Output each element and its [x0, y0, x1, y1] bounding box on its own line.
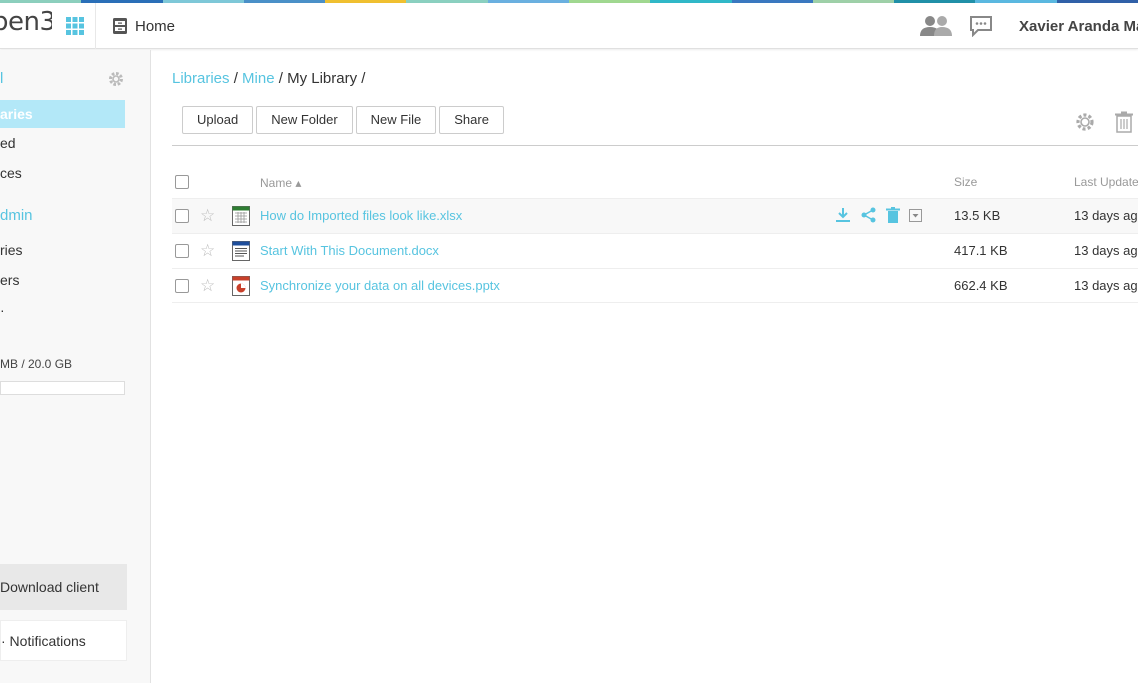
sidebar-item-libraries[interactable]: aries — [0, 100, 125, 128]
storage-quota-text: MB / 20.0 GB — [0, 357, 73, 371]
home-label: Home — [135, 17, 176, 35]
breadcrumb-separator: / — [274, 70, 288, 87]
file-name-link[interactable]: How do Imported files look like.xlsx — [260, 208, 462, 223]
notifications-button[interactable]: · Notifications — [0, 620, 127, 661]
spreadsheet-file-icon — [232, 206, 250, 229]
file-size: 417.1 KB — [954, 243, 1008, 258]
file-size: 13.5 KB — [954, 208, 1001, 223]
upload-button[interactable]: Upload — [182, 106, 254, 134]
sidebar-heading-admin: dmin — [0, 207, 33, 224]
table-row[interactable]: ☆ Synchronize your data on all devices.p… — [172, 268, 1138, 303]
row-checkbox[interactable] — [175, 209, 189, 223]
sidebar-item-devices[interactable]: ces — [0, 159, 125, 187]
star-icon[interactable]: ☆ — [200, 242, 215, 259]
table-row[interactable]: ☆ How do Imported files look like.xlsx 1… — [172, 198, 1138, 233]
apps-grid-button[interactable] — [55, 3, 96, 49]
new-file-button[interactable]: New File — [355, 106, 437, 134]
breadcrumb-current: My Library / — [287, 70, 366, 87]
toolbar-divider — [172, 145, 1138, 146]
main-content: Libraries / Mine / My Library / Upload N… — [151, 50, 1138, 683]
download-client-button[interactable]: Download client — [0, 564, 127, 610]
table-row[interactable]: ☆ Start With This Document.docx 417.1 KB… — [172, 233, 1138, 268]
file-updated: 13 days ago — [1074, 208, 1138, 223]
file-name-link[interactable]: Synchronize your data on all devices.ppt… — [260, 278, 500, 293]
table-header: Name ▴ Size Last Update — [172, 168, 1138, 198]
breadcrumb: Libraries / Mine / My Library / — [172, 70, 365, 87]
row-checkbox[interactable] — [175, 244, 189, 258]
sidebar-item-shared[interactable]: ed — [0, 129, 125, 157]
sidebar-heading-files: l — [0, 70, 4, 87]
file-table: Name ▴ Size Last Update ☆ How do Importe… — [172, 168, 1138, 303]
name-column-header[interactable]: Name ▴ — [260, 176, 301, 190]
download-icon[interactable] — [835, 207, 851, 226]
delete-icon[interactable] — [886, 207, 900, 226]
library-settings-icon[interactable] — [1074, 111, 1096, 138]
row-checkbox[interactable] — [175, 279, 189, 293]
user-name[interactable]: Xavier Aranda Ma — [1019, 18, 1138, 35]
home-link[interactable]: Home — [112, 17, 175, 35]
row-operations — [835, 207, 922, 226]
top-header: pen3 Home Xa — [0, 3, 1138, 49]
file-updated: 13 days ago — [1074, 243, 1138, 258]
breadcrumb-mine[interactable]: Mine — [242, 70, 275, 87]
home-cabinet-icon — [113, 18, 127, 34]
storage-quota-bar — [0, 381, 125, 395]
presentation-file-icon — [232, 276, 250, 299]
share-button[interactable]: Share — [439, 106, 504, 134]
sidebar-item-admin-libraries[interactable]: ries — [0, 236, 125, 264]
star-icon[interactable]: ☆ — [200, 277, 215, 294]
contacts-icon[interactable] — [919, 15, 953, 42]
size-column-header[interactable]: Size — [954, 175, 977, 189]
sidebar-item-admin-other[interactable]: · — [0, 296, 125, 324]
file-size: 662.4 KB — [954, 278, 1008, 293]
trash-icon[interactable] — [1114, 111, 1134, 138]
document-file-icon — [232, 241, 250, 264]
app-logo[interactable]: pen3 — [0, 7, 52, 37]
breadcrumb-libraries[interactable]: Libraries — [172, 70, 230, 87]
updated-column-header[interactable]: Last Update — [1074, 175, 1138, 189]
select-all-checkbox[interactable] — [175, 175, 189, 189]
left-sidebar: l aries ed ces dmin ries ers · MB / 20.0… — [0, 50, 151, 683]
sidebar-item-admin-users[interactable]: ers — [0, 266, 125, 294]
share-icon[interactable] — [860, 207, 877, 226]
file-toolbar: Upload New Folder New File Share — [182, 106, 504, 134]
new-folder-button[interactable]: New Folder — [256, 106, 353, 134]
grid-icon — [66, 17, 84, 35]
more-dropdown-icon[interactable] — [909, 208, 922, 225]
file-name-link[interactable]: Start With This Document.docx — [260, 243, 439, 258]
breadcrumb-separator: / — [229, 70, 243, 87]
file-updated: 13 days ago — [1074, 278, 1138, 293]
messages-icon[interactable] — [969, 15, 993, 42]
star-icon[interactable]: ☆ — [200, 207, 215, 224]
sidebar-settings-icon[interactable] — [107, 70, 125, 93]
